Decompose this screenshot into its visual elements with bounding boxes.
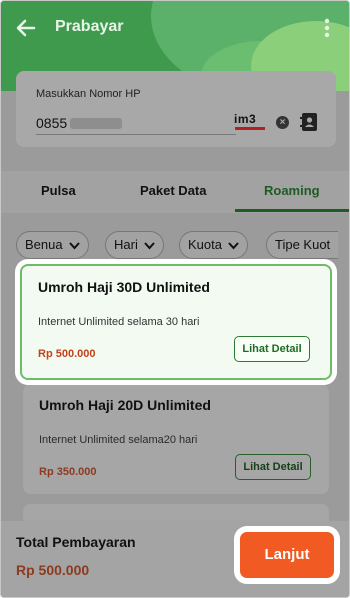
clear-icon[interactable]: × (276, 116, 289, 129)
operator-logo-underline (235, 127, 265, 130)
package-price: Rp 500.000 (38, 348, 96, 360)
chevron-down-icon (228, 242, 239, 250)
filter-chip-tipe-kuota[interactable]: Tipe Kuot (266, 231, 339, 259)
phone-prefix: 0855 (36, 115, 68, 131)
total-label: Total Pembayaran (16, 534, 136, 550)
filter-chip-hari[interactable]: Hari (105, 231, 164, 259)
contact-book-icon[interactable] (299, 112, 319, 132)
chevron-down-icon (68, 242, 80, 250)
package-name: Umroh Haji 20D Unlimited (39, 397, 211, 413)
operator-logo: im3 (234, 112, 257, 126)
filter-label: Hari (114, 237, 138, 252)
active-tab-indicator (235, 209, 349, 212)
phone-label: Masukkan Nomor HP (36, 88, 141, 100)
page-title: Prabayar (55, 18, 124, 35)
package-card-selected[interactable]: Umroh Haji 30D Unlimited Internet Unlimi… (20, 264, 332, 380)
filter-label: Kuota (188, 237, 222, 252)
filter-label: Tipe Kuot (275, 237, 331, 252)
total-value: Rp 500.000 (16, 562, 90, 578)
filter-label: Benua (25, 237, 63, 252)
chevron-down-icon (144, 242, 155, 250)
tab-paket-data[interactable]: Paket Data (140, 183, 206, 198)
filter-bar: Benua Hari Kuota Tipe Kuot (1, 223, 349, 263)
payment-footer: Total Pembayaran Rp 500.000 Lanjut (1, 521, 349, 597)
tab-bar: Pulsa Paket Data Roaming (1, 171, 349, 213)
next-button[interactable]: Lanjut (240, 532, 334, 578)
package-price: Rp 350.000 (39, 466, 97, 478)
filter-chip-kuota[interactable]: Kuota (179, 231, 248, 259)
phone-number-card: Masukkan Nomor HP 0855 im3 × (16, 71, 336, 147)
package-name: Umroh Haji 30D Unlimited (38, 279, 210, 295)
tab-roaming[interactable]: Roaming (264, 183, 320, 198)
package-card[interactable]: Umroh Haji 20D Unlimited Internet Unlimi… (23, 384, 329, 494)
view-detail-button[interactable]: Lihat Detail (234, 336, 310, 362)
phone-input[interactable]: 0855 (36, 113, 236, 135)
package-description: Internet Unlimited selama20 hari (39, 434, 198, 446)
more-vertical-icon[interactable] (319, 16, 335, 40)
arrow-left-icon[interactable] (13, 15, 39, 41)
filter-chip-benua[interactable]: Benua (16, 231, 89, 259)
package-description: Internet Unlimited selama 30 hari (38, 316, 200, 328)
view-detail-button[interactable]: Lihat Detail (235, 454, 311, 480)
app-screen: Prabayar Masukkan Nomor HP 0855 im3 × Pu… (0, 0, 350, 598)
tab-pulsa[interactable]: Pulsa (41, 183, 76, 198)
masked-number (70, 118, 122, 129)
